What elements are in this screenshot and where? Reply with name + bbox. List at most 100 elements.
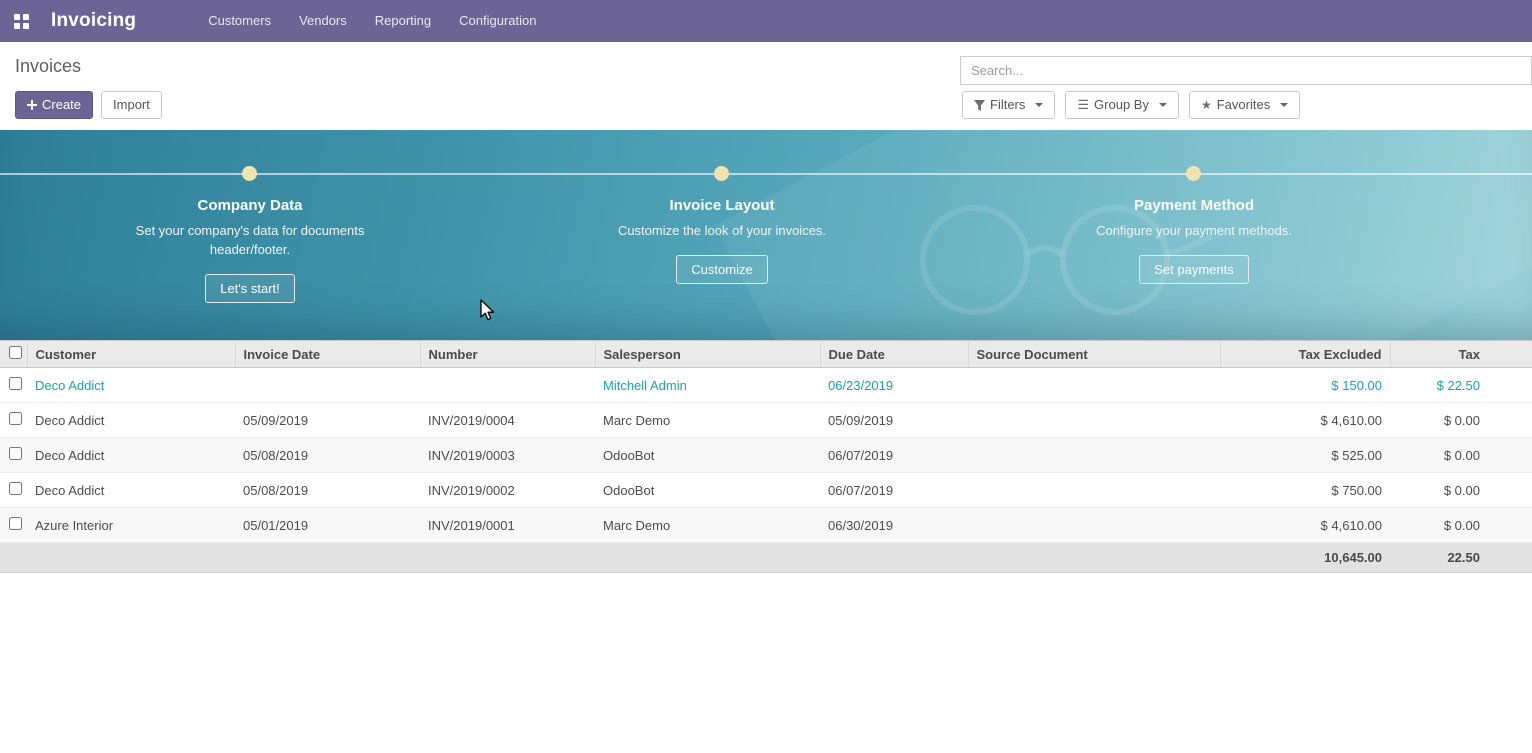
step-title: Invoice Layout [572,197,872,214]
cell-due-date: 06/07/2019 [820,438,968,473]
column-header-due-date[interactable]: Due Date [820,341,968,368]
column-header-source-document[interactable]: Source Document [968,341,1220,368]
cell-tax-excluded: $ 4,610.00 [1220,508,1390,543]
onboarding-step-company-data: Company Data Set your company's data for… [100,130,400,303]
invoice-row[interactable]: Deco Addict 05/08/2019 INV/2019/0002 Odo… [0,473,1532,508]
set-payments-button[interactable]: Set payments [1139,255,1249,284]
navbar-menu: Customers Vendors Reporting Configuratio… [194,0,550,42]
column-header-salesperson[interactable]: Salesperson [595,341,820,368]
action-buttons: Create Import [15,91,162,119]
row-checkbox-cell [0,368,27,403]
totals-row: 10,645.00 22.50 [0,543,1532,573]
row-checkbox[interactable] [9,412,22,425]
cell-customer: Deco Addict [27,473,235,508]
cell-source-document [968,403,1220,438]
cell-tax-excluded: $ 525.00 [1220,438,1390,473]
cell-tax: $ 0.00 [1390,438,1532,473]
onboarding-step-payment-method: Payment Method Configure your payment me… [1044,130,1344,284]
cell-source-document [968,508,1220,543]
import-button[interactable]: Import [101,91,162,119]
cell-number: INV/2019/0004 [420,403,595,438]
invoice-row[interactable]: Deco Addict 05/09/2019 INV/2019/0004 Mar… [0,403,1532,438]
column-header-tax[interactable]: Tax [1390,341,1532,368]
cell-invoice-date: 05/09/2019 [235,403,420,438]
column-header-number[interactable]: Number [420,341,595,368]
step-dot-icon [1186,166,1201,181]
row-checkbox[interactable] [9,377,22,390]
invoice-row[interactable]: Deco Addict 05/08/2019 INV/2019/0003 Odo… [0,438,1532,473]
cell-number: INV/2019/0002 [420,473,595,508]
menu-customers[interactable]: Customers [194,0,285,42]
cell-salesperson: OdooBot [595,438,820,473]
group-by-button-label: Group By [1094,97,1149,113]
menu-reporting[interactable]: Reporting [361,0,445,42]
invoice-row[interactable]: Deco Addict Mitchell Admin 06/23/2019 $ … [0,368,1532,403]
cell-due-date: 06/07/2019 [820,473,968,508]
caret-down-icon [1035,103,1043,107]
menu-configuration[interactable]: Configuration [445,0,550,42]
cell-invoice-date: 05/01/2019 [235,508,420,543]
row-checkbox-cell [0,508,27,543]
cell-invoice-date: 05/08/2019 [235,473,420,508]
control-panel: Invoices Create Import Filters ☰ Group B… [0,42,1532,130]
cell-tax: $ 0.00 [1390,508,1532,543]
caret-down-icon [1280,103,1288,107]
onboarding-banner: Company Data Set your company's data for… [0,130,1532,340]
customize-button[interactable]: Customize [676,255,767,284]
app-title[interactable]: Invoicing [51,10,136,32]
column-header-tax-excluded[interactable]: Tax Excluded [1220,341,1390,368]
cell-customer: Deco Addict [27,403,235,438]
cell-source-document [968,368,1220,403]
create-button-label: Create [42,97,81,113]
select-all-cell [0,341,27,368]
table-header-row: Customer Invoice Date Number Salesperson… [0,341,1532,368]
star-icon: ★ [1201,97,1212,113]
apps-grid-icon[interactable] [14,14,29,29]
cell-number [420,368,595,403]
cell-salesperson: Marc Demo [595,508,820,543]
total-tax-excluded: 10,645.00 [1220,543,1390,573]
invoice-table-body: Deco Addict Mitchell Admin 06/23/2019 $ … [0,368,1532,543]
cell-number: INV/2019/0001 [420,508,595,543]
cell-tax: $ 0.00 [1390,473,1532,508]
cell-due-date: 06/30/2019 [820,508,968,543]
row-checkbox-cell [0,403,27,438]
row-checkbox-cell [0,473,27,508]
caret-down-icon [1159,103,1167,107]
cell-customer: Deco Addict [27,368,235,403]
lets-start-button[interactable]: Let's start! [205,274,295,303]
group-by-button[interactable]: ☰ Group By [1065,91,1179,119]
onboarding-step-invoice-layout: Invoice Layout Customize the look of you… [572,130,872,284]
cell-tax-excluded: $ 4,610.00 [1220,403,1390,438]
step-description: Customize the look of your invoices. [607,221,837,240]
cell-customer: Azure Interior [27,508,235,543]
step-description: Configure your payment methods. [1079,221,1309,240]
cell-due-date: 05/09/2019 [820,403,968,438]
column-header-invoice-date[interactable]: Invoice Date [235,341,420,368]
cell-source-document [968,438,1220,473]
search-input[interactable] [960,56,1532,85]
step-title: Company Data [100,197,400,214]
step-dot-icon [714,166,729,181]
filters-button[interactable]: Filters [962,91,1055,119]
invoice-row[interactable]: Azure Interior 05/01/2019 INV/2019/0001 … [0,508,1532,543]
search-options: Filters ☰ Group By ★ Favorites [962,91,1300,119]
filter-icon [974,100,985,111]
total-tax: 22.50 [1390,543,1532,573]
column-header-customer[interactable]: Customer [27,341,235,368]
menu-vendors[interactable]: Vendors [285,0,361,42]
select-all-checkbox[interactable] [9,346,22,359]
row-checkbox[interactable] [9,447,22,460]
import-button-label: Import [113,97,150,113]
row-checkbox-cell [0,438,27,473]
favorites-button-label: Favorites [1217,97,1270,113]
favorites-button[interactable]: ★ Favorites [1189,91,1300,119]
cell-tax-excluded: $ 150.00 [1220,368,1390,403]
filters-button-label: Filters [990,97,1025,113]
plus-icon [27,100,37,110]
row-checkbox[interactable] [9,517,22,530]
cell-salesperson: Marc Demo [595,403,820,438]
cell-tax: $ 22.50 [1390,368,1532,403]
create-button[interactable]: Create [15,91,93,119]
row-checkbox[interactable] [9,482,22,495]
